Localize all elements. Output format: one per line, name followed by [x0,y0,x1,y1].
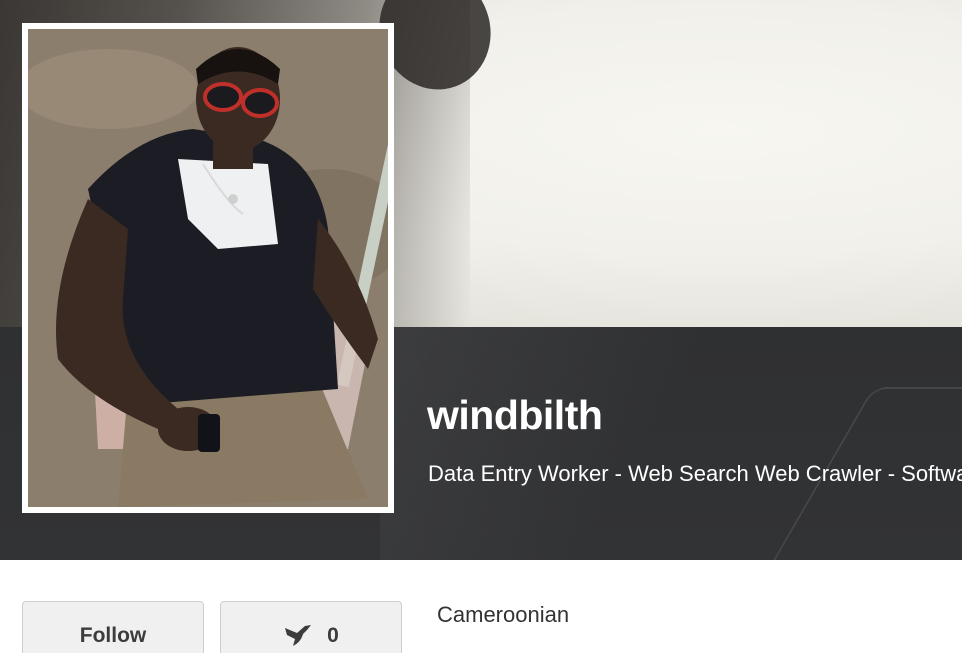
profile-page: windbilth Data Entry Worker - Web Search… [0,0,962,653]
profile-nationality: Cameroonian [437,602,570,627]
avatar-photo [28,29,388,507]
profile-username: windbilth [427,392,603,438]
follow-button-label: Follow [79,624,147,647]
appreciate-count: 0 [327,624,339,647]
hummingbird-icon [283,622,313,648]
avatar[interactable] [28,29,388,507]
appreciate-button[interactable]: 0 [220,601,402,653]
follow-button[interactable]: Follow [22,601,204,653]
avatar-frame [22,23,394,513]
profile-tagline: Data Entry Worker - Web Search Web Crawl… [428,461,962,486]
